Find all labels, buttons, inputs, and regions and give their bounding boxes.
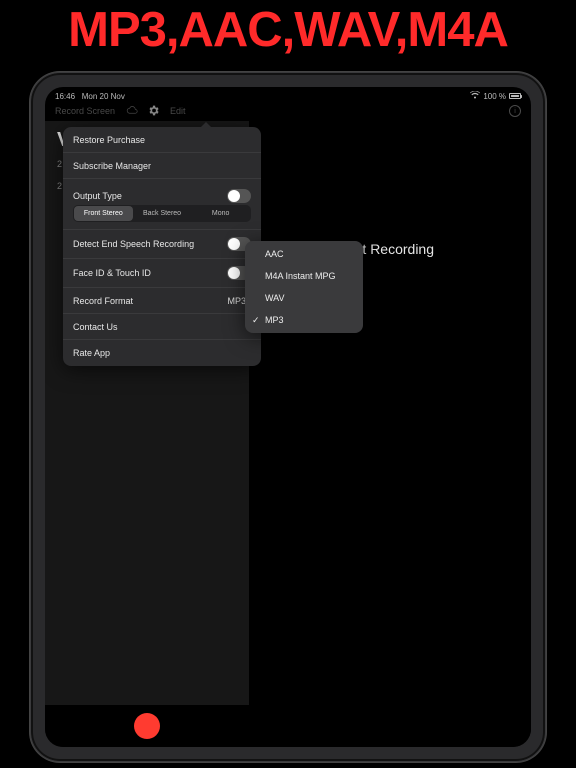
menu-label: Detect End Speech Recording: [73, 239, 194, 249]
record-format-dropdown: AAC M4A Instant MPG WAV MP3: [245, 241, 363, 333]
output-type-toggle[interactable]: [227, 189, 251, 203]
menu-label: Rate App: [73, 348, 110, 358]
list-item-num: 2: [57, 181, 62, 191]
battery-pct: 100 %: [483, 92, 506, 101]
main-pane: tart Recording: [249, 121, 531, 747]
menu-contact-us[interactable]: Contact Us: [63, 314, 261, 340]
output-type-segmented: Front Stereo Back Stereo Mono: [73, 205, 251, 222]
top-tabs: Record Screen Edit i: [45, 101, 531, 121]
status-bar: 16:46 Mon 20 Nov 100 %: [45, 87, 531, 101]
menu-restore-purchase[interactable]: Restore Purchase: [63, 127, 261, 153]
menu-subscribe-manager[interactable]: Subscribe Manager: [63, 153, 261, 179]
format-option-wav[interactable]: WAV: [245, 287, 363, 309]
segment-front-stereo[interactable]: Front Stereo: [74, 206, 133, 221]
menu-label: Record Format: [73, 296, 133, 306]
wifi-icon: [470, 91, 480, 101]
status-time: 16:46: [55, 92, 75, 101]
menu-label: Output Type: [73, 191, 122, 201]
menu-label: Restore Purchase: [73, 135, 145, 145]
status-date: Mon 20 Nov: [82, 92, 125, 101]
menu-label: Contact Us: [73, 322, 118, 332]
format-option-m4a[interactable]: M4A Instant MPG: [245, 265, 363, 287]
status-left: 16:46 Mon 20 Nov: [55, 92, 125, 101]
ipad-frame: 16:46 Mon 20 Nov 100 % Record Screen Edi…: [30, 72, 546, 762]
format-option-aac[interactable]: AAC: [245, 243, 363, 265]
tab-record-screen[interactable]: Record Screen: [55, 106, 115, 116]
promo-headline: MP3,AAC,WAV,M4A: [0, 0, 576, 57]
battery-icon: [509, 93, 521, 99]
menu-output-type: Output Type: [63, 179, 261, 205]
menu-record-format[interactable]: Record Format MP3 ▴▾: [63, 288, 261, 314]
cloud-icon[interactable]: [125, 105, 137, 117]
status-right: 100 %: [470, 91, 521, 101]
menu-rate-app[interactable]: Rate App: [63, 340, 261, 366]
menu-detect-end-speech: Detect End Speech Recording: [63, 230, 261, 259]
ipad-screen: 16:46 Mon 20 Nov 100 % Record Screen Edi…: [45, 87, 531, 747]
menu-label: Face ID & Touch ID: [73, 268, 151, 278]
record-bar: [45, 705, 249, 747]
menu-label: Subscribe Manager: [73, 161, 151, 171]
tab-edit[interactable]: Edit: [170, 106, 186, 116]
value-text: MP3: [227, 296, 246, 306]
segment-back-stereo[interactable]: Back Stereo: [133, 206, 192, 221]
menu-face-touch-id: Face ID & Touch ID: [63, 259, 261, 288]
list-item-num: 2: [57, 159, 62, 169]
segment-mono[interactable]: Mono: [191, 206, 250, 221]
info-icon[interactable]: i: [509, 105, 521, 117]
settings-gear-icon[interactable]: [147, 104, 160, 119]
settings-popover: Restore Purchase Subscribe Manager Outpu…: [63, 127, 261, 366]
format-option-mp3[interactable]: MP3: [245, 309, 363, 331]
record-button[interactable]: [134, 713, 160, 739]
